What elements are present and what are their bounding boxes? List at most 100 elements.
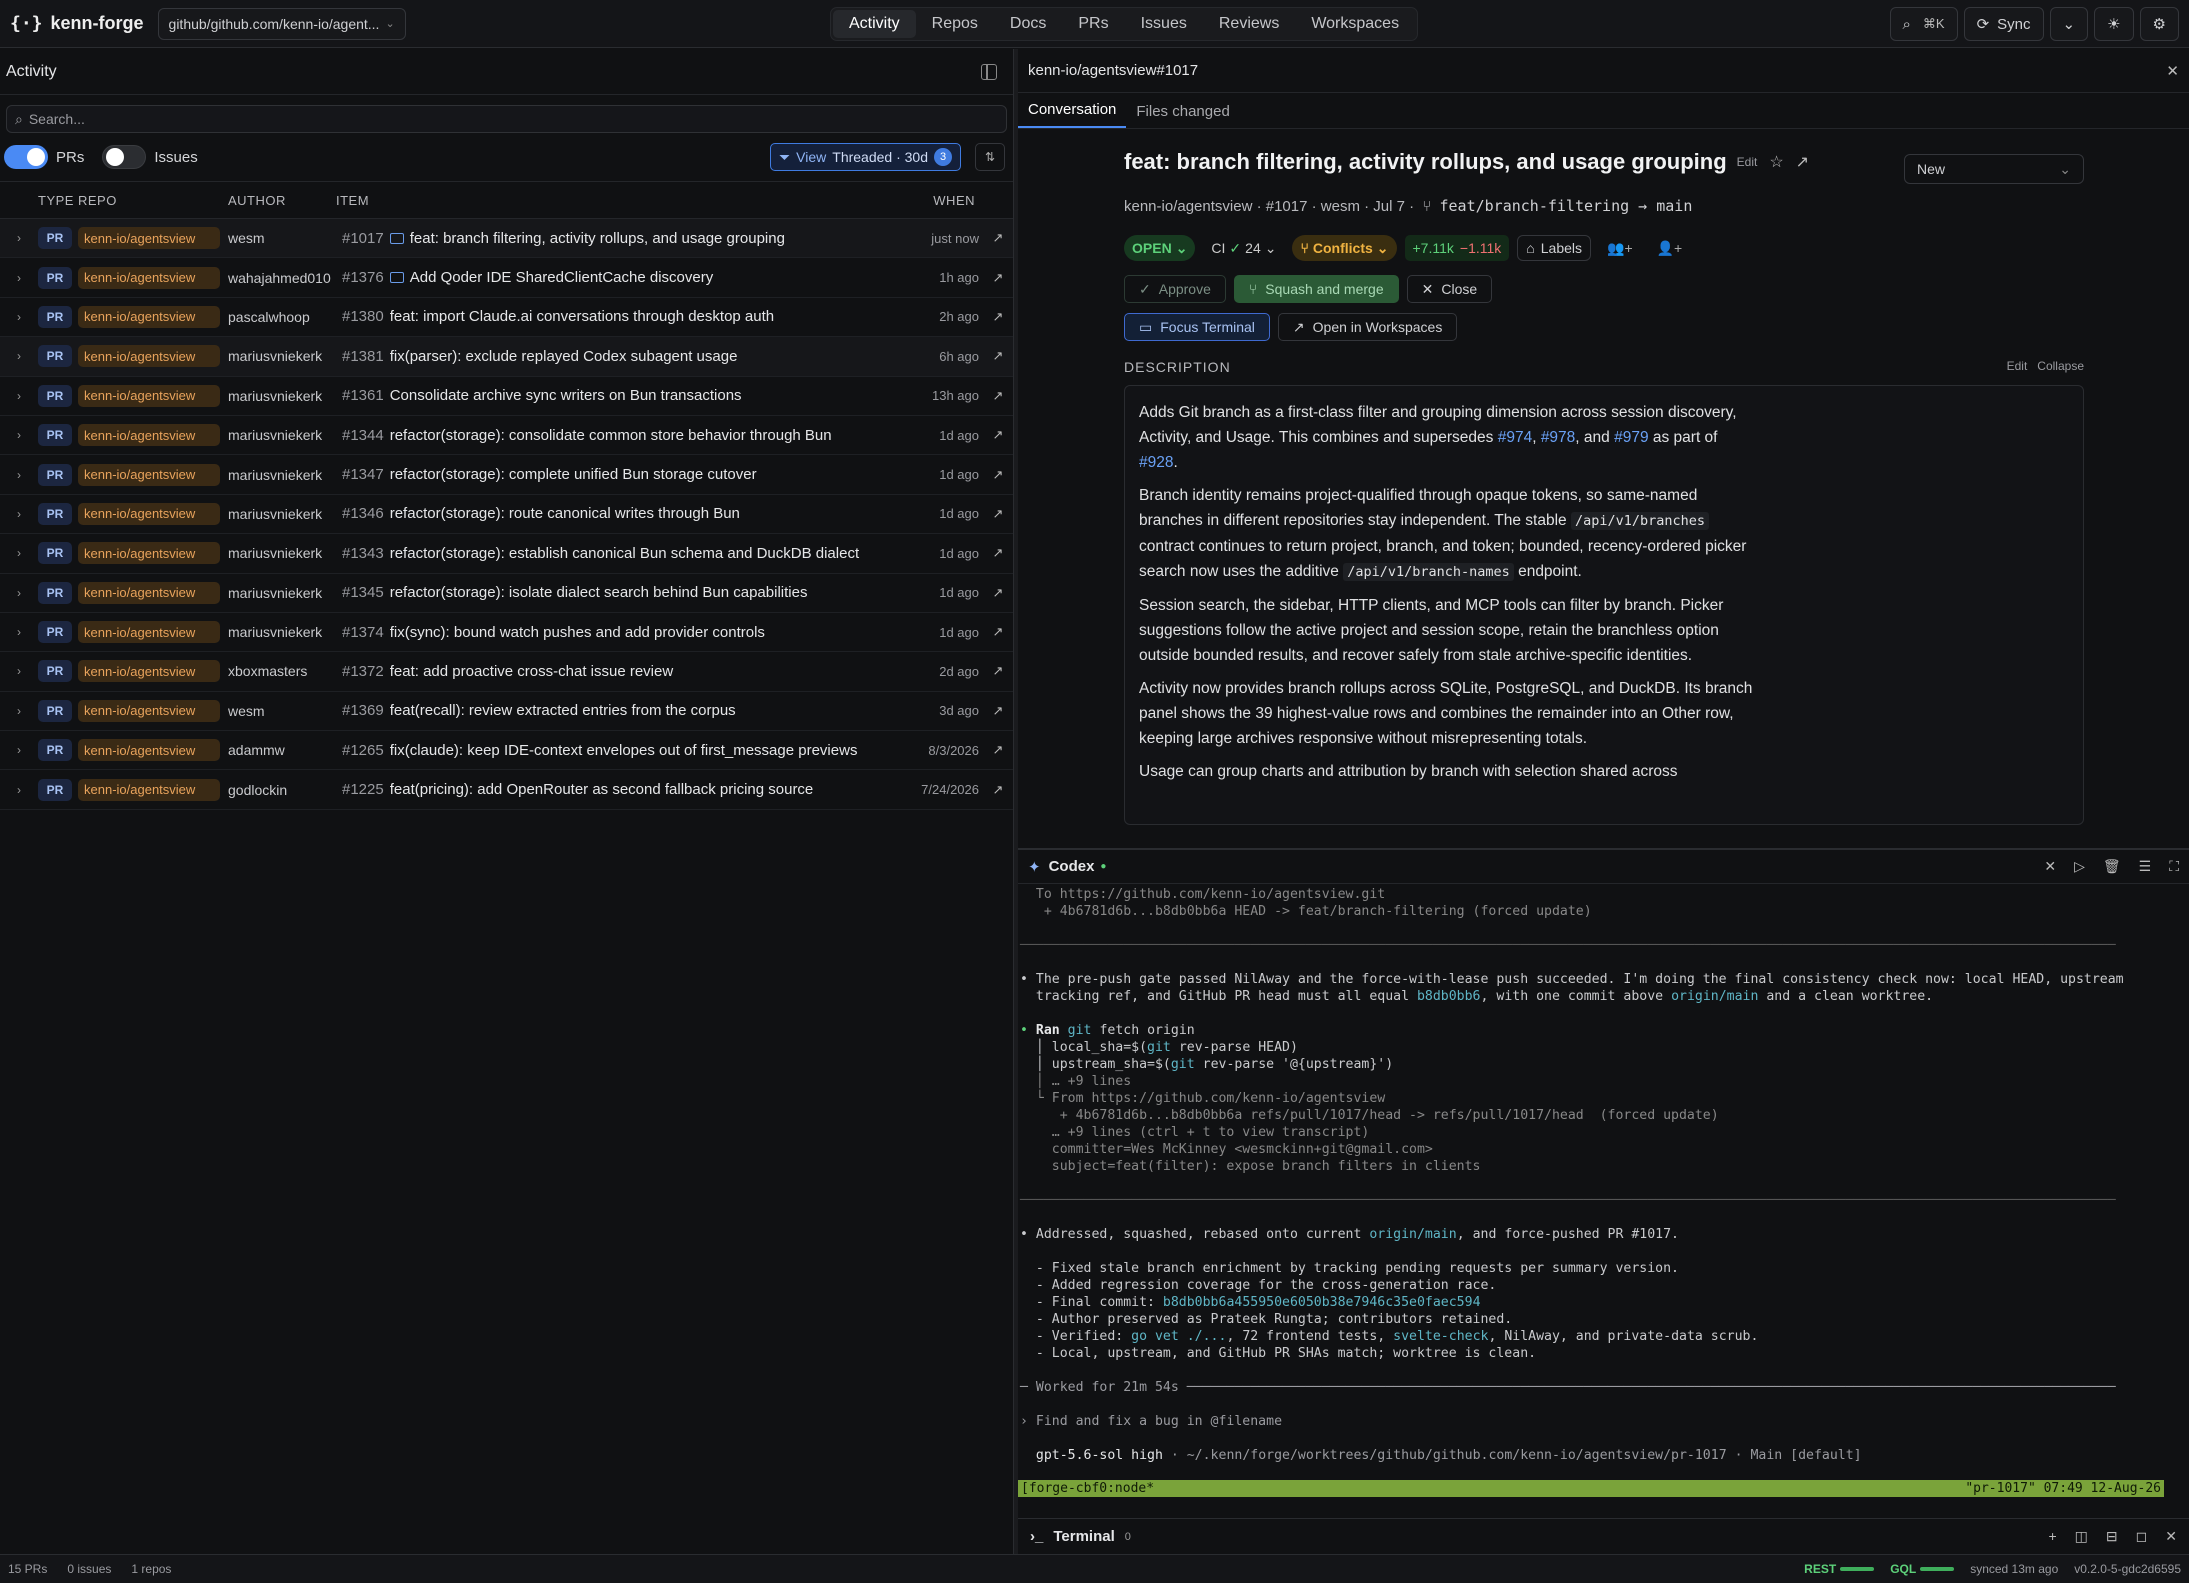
author[interactable]: mariusvniekerk (228, 348, 336, 364)
col-author[interactable]: AUTHOR (228, 193, 336, 208)
focus-terminal-button[interactable]: ▭ Focus Terminal (1124, 313, 1270, 341)
theme-toggle-button[interactable]: ☀ (2094, 7, 2134, 41)
chevron-right-icon[interactable]: › (0, 704, 38, 718)
view-mode-button[interactable]: ⏷ View Threaded · 30d 3 (769, 143, 961, 171)
table-row[interactable]: › PR kenn-io/agentsview mariusvniekerk #1346… (0, 495, 1013, 535)
item-title[interactable]: fix(parser): exclude replayed Codex suba… (390, 348, 873, 365)
chevron-right-icon[interactable]: › (0, 428, 38, 442)
repo-badge[interactable]: kenn-io/agentsview (78, 660, 220, 683)
table-row[interactable]: › PR kenn-io/agentsview mariusvniekerk #1343… (0, 534, 1013, 574)
item-title[interactable]: feat: import Claude.ai conversations thr… (390, 308, 873, 325)
issues-toggle[interactable] (102, 145, 147, 169)
issue-link[interactable]: #928 (1139, 454, 1173, 471)
table-row[interactable]: › PR kenn-io/agentsview mariusvniekerk #1381… (0, 337, 1013, 377)
table-row[interactable]: › PR kenn-io/agentsview mariusvniekerk #1345… (0, 574, 1013, 613)
description-collapse-link[interactable]: Collapse (2037, 359, 2084, 373)
split-horizontal-icon[interactable]: ⊟ (2106, 1528, 2118, 1545)
external-link-icon[interactable]: ↗ (983, 270, 1013, 286)
repo-badge[interactable]: kenn-io/agentsview (78, 266, 220, 289)
chevron-right-icon[interactable]: › (0, 389, 38, 403)
col-type[interactable]: TYPE (38, 193, 78, 208)
chevron-right-icon[interactable]: › (0, 546, 38, 560)
item-title[interactable]: refactor(storage): consolidate common st… (390, 427, 873, 444)
approve-button[interactable]: ✓ Approve (1124, 275, 1226, 303)
repo-badge[interactable]: kenn-io/agentsview (78, 621, 220, 644)
external-link-icon[interactable]: ↗ (983, 782, 1013, 798)
close-pr-button[interactable]: ✕ Close (1406, 275, 1493, 303)
chevron-right-icon[interactable]: › (0, 586, 38, 600)
play-icon[interactable]: ▷ (2074, 858, 2085, 875)
author[interactable]: mariusvniekerk (228, 388, 336, 404)
author[interactable]: wahajahmed010 (228, 270, 336, 286)
close-icon[interactable]: ✕ (2165, 1528, 2177, 1545)
nav-docs[interactable]: Docs (994, 10, 1062, 38)
nav-activity[interactable]: Activity (833, 10, 916, 38)
table-row[interactable]: › PR kenn-io/agentsview mariusvniekerk #1374… (0, 613, 1013, 653)
author[interactable]: mariusvniekerk (228, 585, 336, 601)
table-row[interactable]: › PR kenn-io/agentsview wesm #1369 feat(recal… (0, 692, 1013, 732)
repo-badge[interactable]: kenn-io/agentsview (78, 384, 220, 407)
prs-toggle[interactable] (4, 145, 48, 169)
description-edit-link[interactable]: Edit (2007, 359, 2028, 373)
table-row[interactable]: › PR kenn-io/agentsview mariusvniekerk #1344… (0, 416, 1013, 456)
author[interactable]: godlockin (228, 782, 336, 798)
tab-conversation[interactable]: Conversation (1018, 101, 1127, 128)
repo-badge[interactable]: kenn-io/agentsview (78, 424, 220, 447)
item-title[interactable]: Add Qoder IDE SharedClientCache discover… (389, 269, 873, 286)
nav-prs[interactable]: PRs (1062, 10, 1124, 38)
table-row[interactable]: › PR kenn-io/agentsview adammw #1265 fix(clau… (0, 731, 1013, 771)
item-title[interactable]: fix(sync): bound watch pushes and add pr… (390, 624, 873, 641)
repo-badge[interactable]: kenn-io/agentsview (78, 502, 220, 525)
maximize-icon[interactable]: ⛶ (2169, 858, 2179, 875)
external-link-icon[interactable]: ↗ (983, 663, 1013, 679)
ci-badge[interactable]: CI ✓ 24 ⌄ (1203, 235, 1284, 261)
chevron-right-icon[interactable]: › (0, 625, 38, 639)
chevron-right-icon[interactable]: › (0, 231, 38, 245)
external-link-icon[interactable]: ↗ (983, 624, 1013, 640)
split-vertical-icon[interactable]: ◫ (2075, 1528, 2088, 1545)
chevron-right-icon[interactable]: › (0, 743, 38, 757)
author[interactable]: mariusvniekerk (228, 427, 336, 443)
external-link-icon[interactable]: ↗ (1796, 152, 1809, 172)
item-title[interactable]: feat(pricing): add OpenRouter as second … (390, 781, 873, 798)
chevron-right-icon[interactable]: › (0, 783, 38, 797)
author[interactable]: mariusvniekerk (228, 545, 336, 561)
edit-title-link[interactable]: Edit (1737, 155, 1758, 169)
repo-badge[interactable]: kenn-io/agentsview (78, 345, 220, 368)
table-row[interactable]: › PR kenn-io/agentsview godlockin #1225 feat(… (0, 770, 1013, 810)
repo-badge[interactable]: kenn-io/agentsview (78, 463, 220, 486)
close-icon[interactable]: ✕ (2044, 858, 2056, 875)
author[interactable]: mariusvniekerk (228, 467, 336, 483)
issue-link[interactable]: #974 (1498, 429, 1532, 446)
table-row[interactable]: › PR kenn-io/agentsview mariusvniekerk #1361… (0, 377, 1013, 416)
chevron-right-icon[interactable]: › (0, 349, 38, 363)
nav-repos[interactable]: Repos (916, 10, 994, 38)
chevron-right-icon[interactable]: › (0, 271, 38, 285)
conflicts-badge[interactable]: ⑂ Conflicts ⌄ (1292, 235, 1397, 261)
col-repo[interactable]: REPO (78, 193, 228, 208)
maximize-icon[interactable]: ◻ (2136, 1528, 2148, 1545)
trash-icon[interactable]: 🗑 (2103, 858, 2121, 875)
col-item[interactable]: ITEM (336, 193, 873, 208)
nav-workspaces[interactable]: Workspaces (1295, 10, 1415, 38)
table-row[interactable]: › PR kenn-io/agentsview mariusvniekerk #1347… (0, 455, 1013, 495)
external-link-icon[interactable]: ↗ (983, 230, 1013, 246)
external-link-icon[interactable]: ↗ (983, 742, 1013, 758)
status-select[interactable]: New ⌄ (1904, 154, 2084, 184)
external-link-icon[interactable]: ↗ (983, 545, 1013, 561)
search-input[interactable]: ⌕ Search... (6, 105, 1007, 133)
settings-button[interactable]: ⚙ (2139, 7, 2179, 41)
table-row[interactable]: › PR kenn-io/agentsview xboxmasters #1372 fea… (0, 652, 1013, 692)
item-title[interactable]: refactor(storage): route canonical write… (390, 505, 873, 522)
external-link-icon[interactable]: ↗ (983, 348, 1013, 364)
item-title[interactable]: Consolidate archive sync writers on Bun … (390, 387, 873, 404)
squash-merge-button[interactable]: ⑂ Squash and merge (1233, 275, 1399, 303)
plus-icon[interactable]: + (2048, 1528, 2056, 1545)
table-row[interactable]: › PR kenn-io/agentsview wahajahmed010 #1376 A… (0, 258, 1013, 298)
author[interactable]: xboxmasters (228, 663, 336, 679)
author[interactable]: wesm (228, 703, 336, 719)
author[interactable]: pascalwhoop (228, 309, 336, 325)
author[interactable]: wesm (228, 230, 336, 246)
col-when[interactable]: WHEN (873, 193, 1013, 208)
open-workspaces-button[interactable]: ↗ Open in Workspaces (1277, 313, 1458, 341)
